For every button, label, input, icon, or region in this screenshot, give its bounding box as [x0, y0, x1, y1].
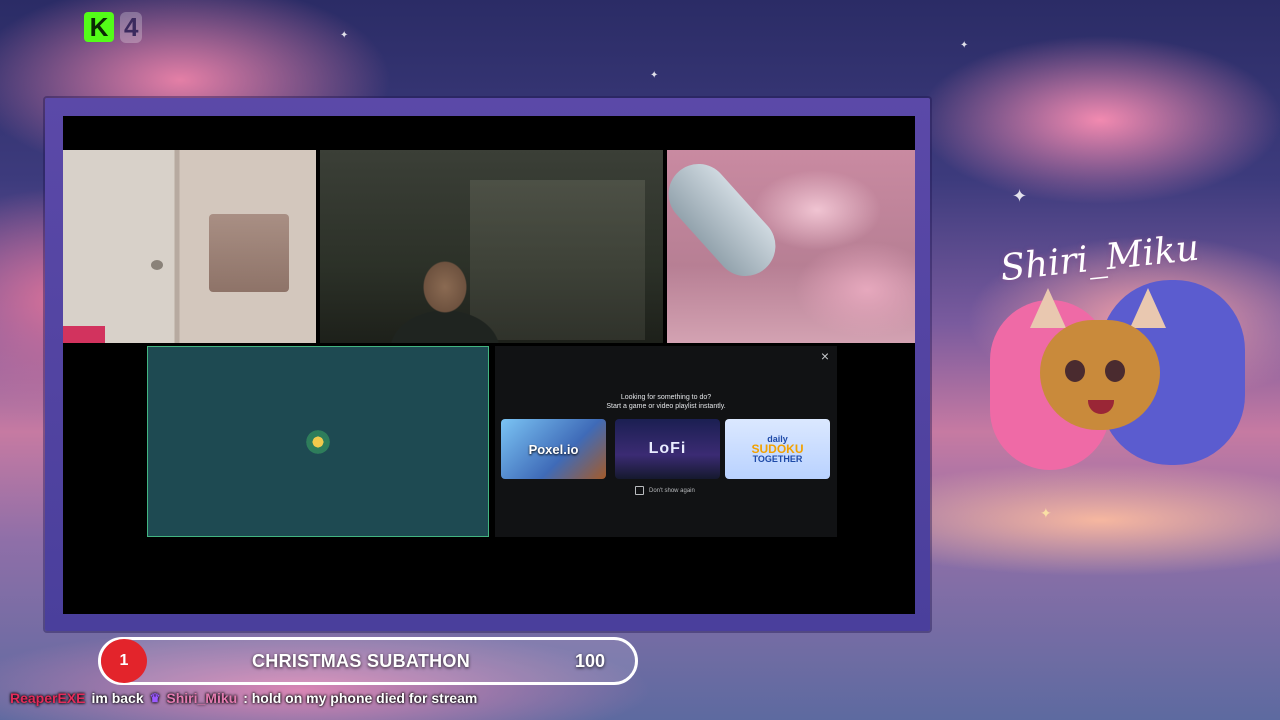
webcam-tile-1[interactable] — [63, 150, 316, 343]
activity-tile-label-bottom: TOGETHER — [752, 454, 803, 464]
webcam-tile-2[interactable] — [320, 150, 663, 343]
avatar-eye-right — [1105, 360, 1125, 382]
avatar-eye-left — [1065, 360, 1085, 382]
launcher-subheadline: Start a game or video playlist instantly… — [606, 403, 726, 410]
subathon-target: 100 — [575, 650, 606, 671]
dont-show-again-checkbox[interactable]: Don't show again — [635, 486, 695, 495]
activity-tile-label-main: SUDOKU — [751, 442, 804, 456]
chat-message: : hold on my phone died for stream — [243, 690, 478, 706]
avatar-ear-right — [1130, 288, 1166, 328]
activity-tile-label: Poxel.io — [528, 441, 579, 457]
towel-image — [209, 214, 289, 292]
star-decoration: ✦ — [1040, 505, 1052, 521]
activity-tile-poxel-io[interactable]: Poxel.io — [501, 419, 606, 479]
star-decoration: ✦ — [1012, 186, 1028, 206]
chat-ticker: ReaperEXE im back ♛ Shiri_Miku : hold on… — [10, 688, 477, 708]
activity-tile-sudoku[interactable]: daily SUDOKU TOGETHER — [725, 419, 830, 479]
stream-frame: × Looking for something to do? Start a g… — [45, 98, 930, 631]
crown-icon: ♛ — [149, 691, 161, 705]
streamer-avatar — [990, 280, 1250, 480]
launcher-headline: Looking for something to do? — [620, 394, 712, 401]
video-call-window: × Looking for something to do? Start a g… — [63, 116, 915, 614]
sword-image — [667, 151, 788, 289]
activity-launcher-panel: × Looking for something to do? Start a g… — [495, 346, 837, 537]
subathon-goal-bar: 1 CHRISTMAS SUBATHON 100 — [98, 637, 638, 685]
activity-tile-lofi[interactable]: LoFi — [615, 419, 720, 479]
webcam-tile-3[interactable] — [667, 150, 915, 343]
close-icon[interactable]: × — [821, 348, 829, 364]
activity-preview-tile[interactable] — [147, 346, 489, 537]
kick-badge: K 4 — [84, 8, 150, 46]
kick-logo-icon: K — [84, 12, 114, 42]
avatar-ear-left — [1030, 288, 1066, 328]
star-decoration: ✦ — [340, 30, 349, 41]
activity-tile-label: LoFi — [648, 440, 687, 457]
dont-show-again-label: Don't show again — [649, 487, 695, 494]
checkbox-icon[interactable] — [635, 486, 644, 495]
subathon-current-count: 1 — [101, 639, 147, 683]
subathon-title: CHRISTMAS SUBATHON — [251, 650, 471, 671]
chat-username: Shiri_Miku — [166, 690, 238, 706]
star-decoration: ✦ — [650, 70, 659, 81]
kick-badge-number: 4 — [120, 11, 143, 43]
door-knob-image — [151, 260, 163, 270]
chat-message: im back — [91, 690, 144, 706]
object-image — [63, 326, 105, 343]
chat-username: ReaperEXE — [10, 690, 86, 706]
star-decoration: ✦ — [960, 40, 969, 51]
activity-sprite-icon — [303, 427, 333, 457]
person-image — [390, 260, 500, 343]
